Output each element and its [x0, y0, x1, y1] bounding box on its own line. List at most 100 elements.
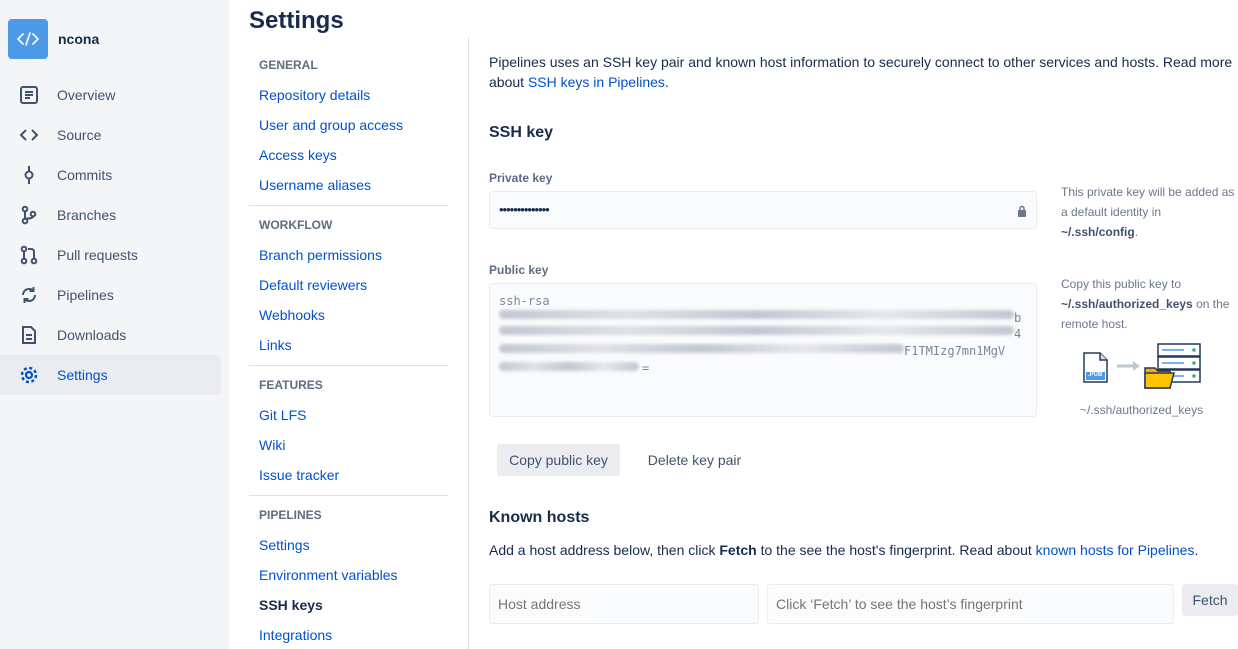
sidebar-item-label: Commits — [57, 167, 113, 183]
repo-header[interactable]: ncona — [8, 19, 99, 59]
authorized-keys-illustration: .PUB — [1080, 342, 1204, 390]
redacted-key-line — [499, 362, 639, 371]
known-hosts-heading: Known hosts — [489, 509, 590, 526]
lock-icon — [1017, 204, 1027, 220]
settings-section-pipelines: PIPELINES — [259, 508, 322, 522]
public-hint-path: ~/.ssh/authorized_keys — [1061, 297, 1193, 311]
sidebar-item-pull-requests[interactable]: Pull requests — [0, 235, 221, 275]
settings-section-features: FEATURES — [259, 378, 323, 392]
public-hint-text: Copy this public key to — [1061, 277, 1182, 291]
sidebar-item-label: Settings — [57, 367, 108, 383]
sidebar-nav: Overview Source Commits Branches Pull re… — [0, 75, 221, 395]
intro-text: Pipelines uses an SSH key pair and known… — [489, 52, 1234, 92]
ssh-key-heading: SSH key — [489, 124, 554, 141]
public-key-fragment: 4 — [1014, 327, 1022, 341]
settings-link-access-keys[interactable]: Access keys — [249, 140, 448, 170]
commit-icon — [18, 164, 40, 186]
settings-section-workflow: WORKFLOW — [259, 218, 333, 232]
gear-icon — [18, 364, 40, 386]
known-hosts-description: Add a host address below, then click Fet… — [489, 540, 1198, 560]
settings-link-username-aliases[interactable]: Username aliases — [249, 170, 448, 200]
settings-link-user-group-access[interactable]: User and group access — [249, 110, 448, 140]
private-key-value: •••••••••••••• — [499, 202, 550, 217]
redacted-key-line — [499, 310, 1014, 319]
server-folder-icon — [1144, 343, 1201, 389]
host-address-input[interactable] — [489, 584, 759, 624]
sidebar-item-label: Downloads — [57, 327, 127, 343]
known-hosts-desc-text: Add a host address below, then click — [489, 542, 720, 558]
overview-icon — [18, 84, 40, 106]
sidebar-item-label: Branches — [57, 207, 117, 223]
settings-link-webhooks[interactable]: Webhooks — [249, 300, 448, 330]
settings-link-default-reviewers[interactable]: Default reviewers — [249, 270, 448, 300]
private-hint-path: ~/.ssh/config — [1061, 225, 1135, 239]
arrow-right-icon — [1117, 361, 1140, 371]
intro-end: . — [664, 74, 669, 90]
settings-link-issue-tracker[interactable]: Issue tracker — [249, 460, 448, 490]
settings-link-pipelines-settings[interactable]: Settings — [249, 530, 448, 560]
file-label: .PUB — [1088, 372, 1103, 378]
known-hosts-desc-fetch: Fetch — [719, 542, 757, 558]
settings-link-links[interactable]: Links — [249, 330, 448, 360]
private-hint-text: This private key will be added as a defa… — [1061, 185, 1235, 219]
sidebar: ncona Overview Source Commits Branches P… — [0, 0, 229, 649]
copy-public-key-button[interactable]: Copy public key — [497, 444, 620, 476]
known-hosts-docs-link[interactable]: known hosts for Pipelines — [1036, 542, 1195, 558]
sidebar-item-overview[interactable]: Overview — [0, 75, 221, 115]
settings-link-git-lfs[interactable]: Git LFS — [249, 400, 448, 430]
code-icon — [18, 124, 40, 146]
document-icon — [18, 324, 40, 346]
redacted-key-line — [499, 326, 1014, 335]
sidebar-item-label: Overview — [57, 87, 116, 103]
private-key-hint: This private key will be added as a defa… — [1061, 182, 1238, 242]
divider — [249, 205, 448, 206]
ssh-keys-docs-link[interactable]: SSH keys in Pipelines — [528, 74, 665, 90]
private-hint-end: . — [1134, 225, 1139, 239]
settings-section-general: GENERAL — [259, 58, 318, 72]
settings-link-integrations[interactable]: Integrations — [249, 620, 448, 649]
pull-request-icon — [18, 244, 40, 266]
settings-link-wiki[interactable]: Wiki — [249, 430, 448, 460]
repo-name[interactable]: ncona — [58, 31, 99, 47]
public-key-fragment: F1TMIzg7mn1MgV — [904, 344, 1006, 358]
code-icon — [17, 32, 39, 46]
branch-icon — [18, 204, 40, 226]
sidebar-item-source[interactable]: Source — [0, 115, 221, 155]
public-key-field[interactable]: ssh-rsa b 4 F1TMIzg7mn1MgV = — [489, 283, 1037, 417]
public-key-prefix: ssh-rsa — [499, 294, 550, 308]
divider — [249, 495, 448, 496]
known-hosts-desc-text-2: to the see the host's fingerprint. Read … — [756, 542, 1036, 558]
ssh-keys-content: Pipelines uses an SSH key pair and known… — [489, 52, 1234, 92]
sidebar-item-label: Source — [57, 127, 102, 143]
sidebar-item-label: Pull requests — [57, 247, 138, 263]
fetch-button[interactable]: Fetch — [1182, 584, 1238, 616]
sidebar-item-branches[interactable]: Branches — [0, 195, 221, 235]
settings-nav: GENERAL Repository details User and grou… — [249, 50, 448, 649]
sidebar-item-settings[interactable]: Settings — [0, 355, 221, 395]
private-key-field[interactable]: •••••••••••••• — [489, 191, 1037, 229]
public-key-hint: Copy this public key to ~/.ssh/authorize… — [1061, 274, 1238, 334]
pipelines-icon — [18, 284, 40, 306]
sidebar-item-commits[interactable]: Commits — [0, 155, 221, 195]
delete-key-pair-button[interactable]: Delete key pair — [636, 444, 753, 476]
settings-link-environment-variables[interactable]: Environment variables — [249, 560, 448, 590]
redacted-key-line — [499, 344, 904, 353]
settings-link-repository-details[interactable]: Repository details — [249, 80, 448, 110]
settings-link-ssh-keys[interactable]: SSH keys — [249, 590, 448, 620]
settings-link-branch-permissions[interactable]: Branch permissions — [249, 240, 448, 270]
sidebar-item-downloads[interactable]: Downloads — [0, 315, 221, 355]
known-hosts-desc-end: . — [1194, 542, 1199, 558]
fingerprint-input[interactable] — [767, 584, 1174, 624]
sidebar-item-label: Pipelines — [57, 287, 114, 303]
divider — [249, 365, 448, 366]
private-key-label: Private key — [489, 171, 553, 185]
repo-avatar[interactable] — [8, 19, 48, 59]
column-divider — [468, 37, 469, 649]
public-key-file-icon — [1083, 352, 1108, 383]
page-title: Settings — [249, 7, 344, 34]
illustration-caption: ~/.ssh/authorized_keys — [1080, 403, 1204, 417]
public-key-fragment: b — [1014, 311, 1022, 325]
public-key-end: = — [642, 361, 650, 375]
public-key-label: Public key — [489, 263, 549, 277]
sidebar-item-pipelines[interactable]: Pipelines — [0, 275, 221, 315]
